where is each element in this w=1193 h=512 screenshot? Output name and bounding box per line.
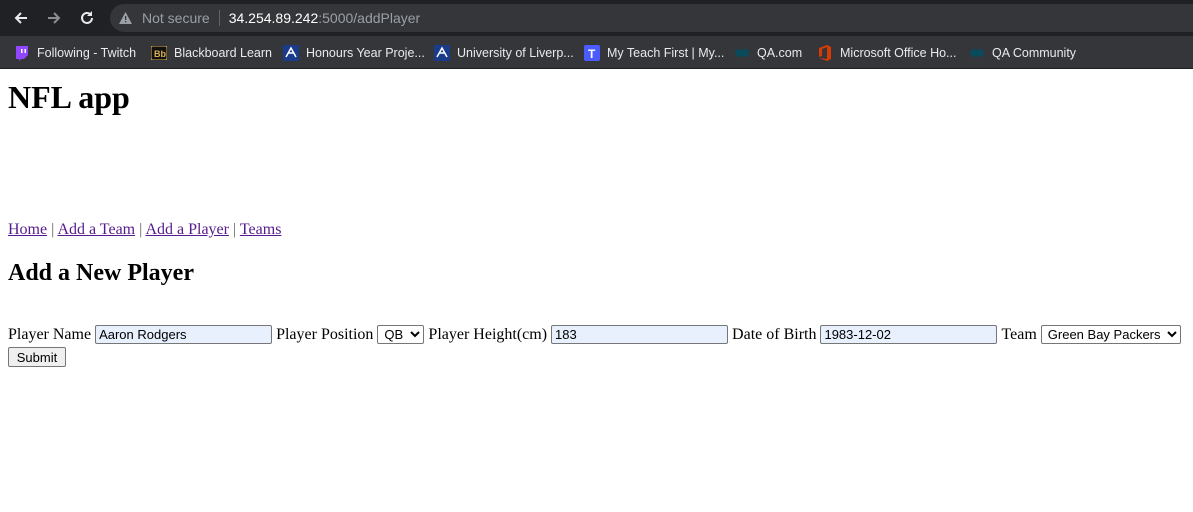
date-of-birth-label: Date of Birth xyxy=(732,325,817,343)
back-button[interactable] xyxy=(9,7,33,29)
player-position-label: Player Position xyxy=(276,325,374,343)
nav-separator: | xyxy=(232,221,237,238)
form-heading: Add a New Player xyxy=(8,260,194,286)
bookmark-label: QA.com xyxy=(757,46,803,60)
team-select[interactable]: Green Bay Packers xyxy=(1040,325,1181,344)
nav-home-link[interactable]: Home xyxy=(8,221,47,238)
nav-add-team-link[interactable]: Add a Team xyxy=(57,221,135,238)
office-icon xyxy=(817,45,833,61)
twitch-icon xyxy=(14,45,30,61)
bookmark-label: Following - Twitch xyxy=(37,46,137,60)
bookmark-qa-community[interactable]: QA Community xyxy=(969,44,1076,62)
nav-add-player-link[interactable]: Add a Player xyxy=(145,221,229,238)
qa-icon xyxy=(969,45,985,61)
nav-links: Home | Add a Team | Add a Player | Teams xyxy=(8,221,281,239)
bookmark-label: Microsoft Office Ho... xyxy=(840,46,957,60)
forward-arrow-icon xyxy=(48,12,61,24)
address-bar[interactable]: Not secure 34.254.89.242 :5000/addPlayer xyxy=(110,4,1193,32)
back-arrow-icon xyxy=(14,12,27,24)
svg-text:T: T xyxy=(588,47,596,61)
date-of-birth-input[interactable] xyxy=(820,325,998,344)
player-name-label: Player Name xyxy=(8,325,92,343)
browser-toolbar: Not secure 34.254.89.242 :5000/addPlayer xyxy=(0,0,1193,36)
bookmark-label: Blackboard Learn xyxy=(174,46,272,60)
teachfirst-icon: T xyxy=(584,45,600,61)
player-name-input[interactable] xyxy=(95,325,273,344)
nav-separator: | xyxy=(51,221,55,238)
url-path: :5000/addPlayer xyxy=(318,10,421,26)
player-height-label: Player Height(cm) xyxy=(428,325,548,343)
omnibox-divider xyxy=(218,10,220,26)
bookmark-label: Honours Year Proje... xyxy=(306,46,425,60)
bookmark-twitch[interactable]: Following - Twitch xyxy=(14,44,136,62)
security-label[interactable]: Not secure xyxy=(142,10,210,26)
bookmark-university[interactable]: University of Liverp... xyxy=(434,44,574,62)
qa-icon xyxy=(734,45,750,61)
bookmark-blackboard[interactable]: Bb Blackboard Learn xyxy=(151,44,272,62)
bookmark-label: QA Community xyxy=(992,46,1077,60)
url-host: 34.254.89.242 xyxy=(228,10,319,26)
svg-text:Bb: Bb xyxy=(154,49,166,59)
submit-button[interactable]: Submit xyxy=(8,347,66,367)
blackboard-icon: Bb xyxy=(151,45,167,61)
player-height-input[interactable] xyxy=(551,325,729,344)
bookmark-label: My Teach First | My... xyxy=(607,46,725,60)
bookmark-label: University of Liverp... xyxy=(457,46,574,60)
nav-separator: | xyxy=(139,221,143,238)
bookmarks-bar: Following - Twitch Bb Blackboard Learn H… xyxy=(0,36,1193,69)
liverpool-icon xyxy=(283,45,299,61)
bookmark-qa[interactable]: QA.com xyxy=(734,44,802,62)
forward-button[interactable] xyxy=(42,7,66,29)
team-label: Team xyxy=(1001,325,1037,343)
player-position-select[interactable]: QB xyxy=(377,325,425,344)
add-player-form: Player Name Player Position QB Player He… xyxy=(8,325,1181,344)
liverpool-icon xyxy=(434,45,450,61)
bookmark-teachfirst[interactable]: T My Teach First | My... xyxy=(584,44,724,62)
reload-button[interactable] xyxy=(75,7,99,29)
warning-icon xyxy=(118,10,134,26)
bookmark-office[interactable]: Microsoft Office Ho... xyxy=(817,44,956,62)
reload-icon xyxy=(81,11,93,24)
bookmark-honours[interactable]: Honours Year Proje... xyxy=(283,44,425,62)
nav-teams-link[interactable]: Teams xyxy=(240,221,282,238)
page-title: NFL app xyxy=(8,79,130,115)
